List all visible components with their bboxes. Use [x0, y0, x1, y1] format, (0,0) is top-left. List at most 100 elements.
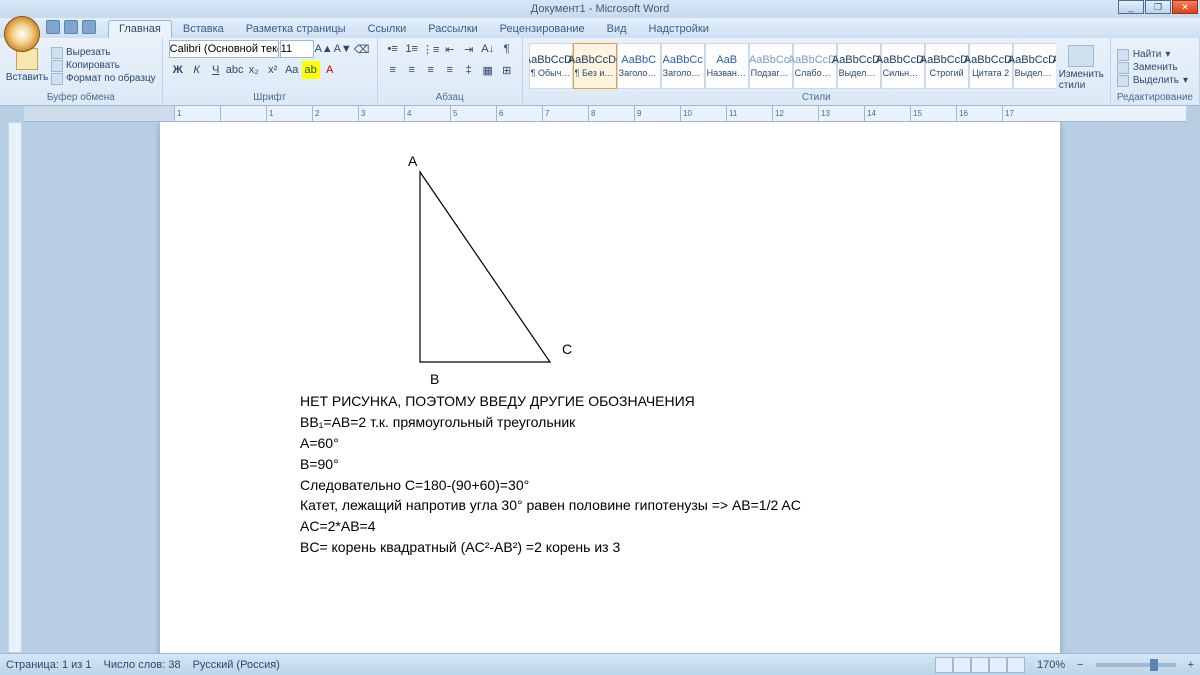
style-item[interactable]: AaBbCЗаголово... — [617, 43, 661, 89]
paste-label: Вставить — [6, 72, 48, 83]
change-styles-button[interactable]: Изменить стили — [1059, 41, 1104, 91]
group-paragraph: •≡ 1≡ ⋮≡ ⇤ ⇥ A↓ ¶ ≡ ≡ ≡ ≡ ‡ ▦ ⊞ Абзац — [378, 38, 523, 105]
ribbon-tabs: ГлавнаяВставкаРазметка страницыСсылкиРас… — [108, 18, 720, 38]
group-styles: AaBbCcDc¶ ОбычныйAaBbCcDc¶ Без инте...Aa… — [523, 38, 1111, 105]
brush-icon — [51, 73, 63, 85]
view-print-layout-button[interactable] — [935, 657, 953, 673]
tab-вставка[interactable]: Вставка — [172, 20, 235, 38]
horizontal-ruler[interactable]: 11234567891011121314151617 — [24, 106, 1186, 122]
format-painter-button[interactable]: Формат по образцу — [51, 73, 156, 85]
office-button[interactable] — [4, 16, 40, 52]
view-outline-button[interactable] — [989, 657, 1007, 673]
vertex-a-label: A — [408, 152, 417, 171]
select-button[interactable]: Выделить ▾ — [1117, 75, 1188, 87]
line-spacing-button[interactable]: ‡ — [460, 61, 478, 79]
tab-главная[interactable]: Главная — [108, 20, 172, 38]
status-words[interactable]: Число слов: 38 — [104, 659, 181, 671]
replace-button[interactable]: Заменить — [1117, 62, 1188, 74]
find-button[interactable]: Найти ▾ — [1117, 49, 1188, 61]
triangle-figure: A B C — [300, 152, 980, 392]
align-right-button[interactable]: ≡ — [422, 61, 440, 79]
style-item[interactable]: AaBbCcDcСтрогий — [925, 43, 969, 89]
subscript-button[interactable]: x₂ — [245, 61, 263, 79]
case-button[interactable]: Aa — [283, 61, 301, 79]
style-item[interactable]: AaBbCcЗаголово... — [661, 43, 705, 89]
highlight-button[interactable]: ab — [302, 61, 320, 79]
style-item[interactable]: AaBbCcDcСильное ... — [881, 43, 925, 89]
view-web-button[interactable] — [971, 657, 989, 673]
justify-button[interactable]: ≡ — [441, 61, 459, 79]
replace-icon — [1117, 62, 1129, 74]
underline-button[interactable]: Ч — [207, 61, 225, 79]
font-color-button[interactable]: A — [321, 61, 339, 79]
window-controls: _ ❐ ✕ — [1117, 0, 1198, 14]
group-label-styles: Стили — [529, 91, 1104, 104]
shading-button[interactable]: ▦ — [479, 61, 497, 79]
bullets-button[interactable]: •≡ — [384, 40, 402, 58]
cut-button[interactable]: Вырезать — [51, 47, 156, 59]
group-label-editing: Редактирование — [1117, 91, 1193, 104]
superscript-button[interactable]: x² — [264, 61, 282, 79]
status-page[interactable]: Страница: 1 из 1 — [6, 659, 92, 671]
qat-undo-icon[interactable] — [64, 20, 78, 34]
bold-button[interactable]: Ж — [169, 61, 187, 79]
sort-button[interactable]: A↓ — [479, 40, 497, 58]
shrink-font-button[interactable]: A▼ — [334, 40, 352, 58]
style-item[interactable]: AaBbCcDcСлабое в... — [793, 43, 837, 89]
numbering-button[interactable]: 1≡ — [403, 40, 421, 58]
zoom-out-button[interactable]: − — [1077, 659, 1083, 671]
group-label-clipboard: Буфер обмена — [6, 91, 156, 104]
tab-рецензирование[interactable]: Рецензирование — [489, 20, 596, 38]
document-content[interactable]: A B C НЕТ РИСУНКА, ПОЭТОМУ ВВЕДУ ДРУГИЕ … — [300, 152, 980, 559]
style-item[interactable]: AaBbCcDcЦитата 2 — [969, 43, 1013, 89]
maximize-button[interactable]: ❐ — [1145, 0, 1171, 14]
tab-надстройки[interactable]: Надстройки — [638, 20, 720, 38]
style-item[interactable]: AaBbCcDc¶ Обычный — [529, 43, 573, 89]
find-icon — [1117, 49, 1129, 61]
style-item[interactable]: AaBНазвание — [705, 43, 749, 89]
align-center-button[interactable]: ≡ — [403, 61, 421, 79]
style-item[interactable]: AaBbCcDcВыделение — [837, 43, 881, 89]
view-draft-button[interactable] — [1007, 657, 1025, 673]
font-size-combo[interactable] — [280, 40, 314, 58]
grow-font-button[interactable]: A▲ — [315, 40, 333, 58]
tab-ссылки[interactable]: Ссылки — [357, 20, 418, 38]
copy-button[interactable]: Копировать — [51, 60, 156, 72]
close-button[interactable]: ✕ — [1172, 0, 1198, 14]
tab-разметка-страницы[interactable]: Разметка страницы — [235, 20, 357, 38]
style-item[interactable]: AaBbCcDc¶ Без инте... — [573, 43, 617, 89]
select-icon — [1117, 75, 1129, 87]
indent-button[interactable]: ⇥ — [460, 40, 478, 58]
align-left-button[interactable]: ≡ — [384, 61, 402, 79]
zoom-slider[interactable] — [1096, 663, 1176, 667]
qat-save-icon[interactable] — [46, 20, 60, 34]
zoom-percent[interactable]: 170% — [1037, 659, 1065, 671]
strike-button[interactable]: abc — [226, 61, 244, 79]
status-language[interactable]: Русский (Россия) — [193, 659, 280, 671]
show-marks-button[interactable]: ¶ — [498, 40, 516, 58]
document-text[interactable]: НЕТ РИСУНКА, ПОЭТОМУ ВВЕДУ ДРУГИЕ ОБОЗНА… — [300, 392, 980, 557]
work-area: 11234567891011121314151617 A B C НЕТ РИС… — [0, 106, 1200, 653]
vertex-b-label: B — [430, 370, 439, 389]
zoom-in-button[interactable]: + — [1188, 659, 1194, 671]
document-scroll[interactable]: A B C НЕТ РИСУНКА, ПОЭТОМУ ВВЕДУ ДРУГИЕ … — [0, 122, 1200, 653]
view-fullscreen-button[interactable] — [953, 657, 971, 673]
qat-redo-icon[interactable] — [82, 20, 96, 34]
italic-button[interactable]: К — [188, 61, 206, 79]
tab-рассылки[interactable]: Рассылки — [417, 20, 488, 38]
styles-gallery[interactable]: AaBbCcDc¶ ОбычныйAaBbCcDc¶ Без инте...Aa… — [529, 43, 1056, 89]
style-item[interactable]: AaBbCc.Подзагол... — [749, 43, 793, 89]
quick-access-toolbar — [46, 18, 96, 38]
clear-format-button[interactable]: ⌫ — [353, 40, 371, 58]
borders-button[interactable]: ⊞ — [498, 61, 516, 79]
outdent-button[interactable]: ⇤ — [441, 40, 459, 58]
page[interactable]: A B C НЕТ РИСУНКА, ПОЭТОМУ ВВЕДУ ДРУГИЕ … — [160, 122, 1060, 653]
vertical-ruler[interactable] — [8, 122, 22, 653]
multilevel-button[interactable]: ⋮≡ — [422, 40, 440, 58]
font-name-combo[interactable] — [169, 40, 279, 58]
group-font: A▲ A▼ ⌫ Ж К Ч abc x₂ x² Aa ab A Шрифт — [163, 38, 378, 105]
style-item[interactable]: AaBbCcDcВыделенн... — [1013, 43, 1056, 89]
minimize-button[interactable]: _ — [1118, 0, 1144, 14]
tab-вид[interactable]: Вид — [596, 20, 638, 38]
group-label-font: Шрифт — [169, 91, 371, 104]
